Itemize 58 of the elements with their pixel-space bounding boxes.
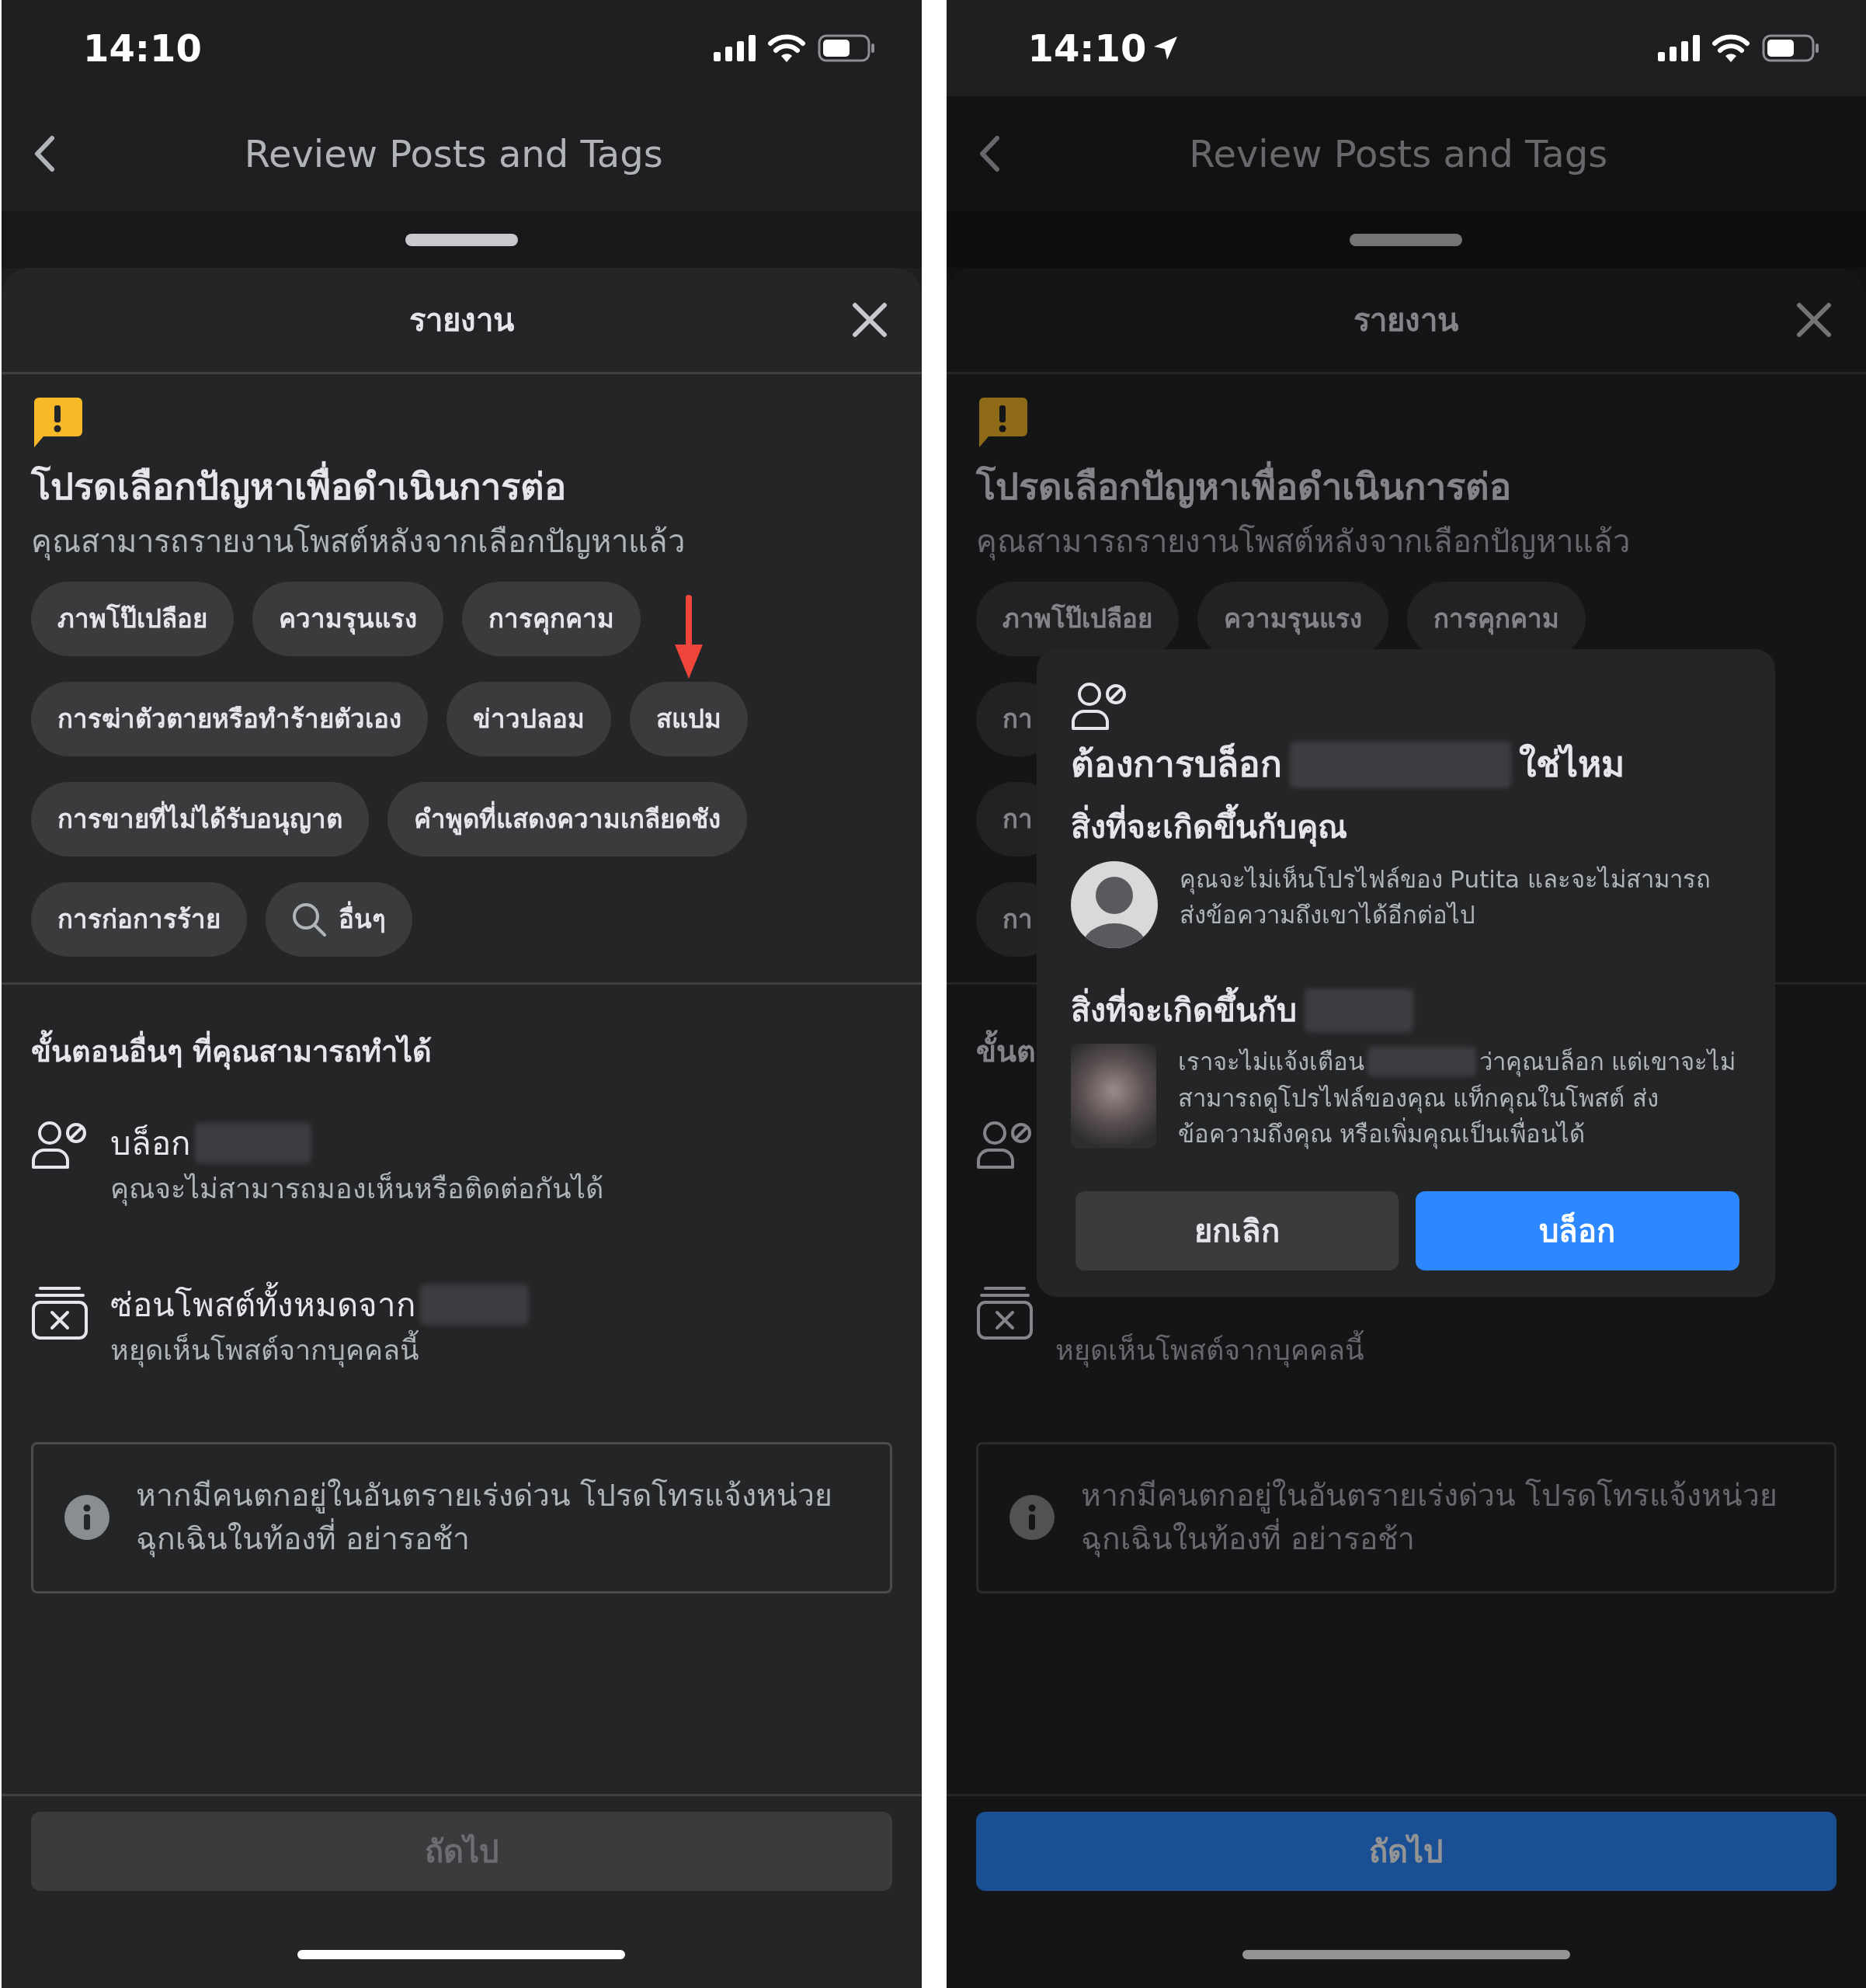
info-icon [1009, 1495, 1055, 1541]
cancel-button[interactable]: ยกเลิก [1075, 1190, 1399, 1270]
topic-chip[interactable]: ภาพโป๊เปลือย [31, 581, 234, 656]
drag-handle[interactable] [1350, 233, 1463, 246]
wifi-icon [1712, 34, 1750, 62]
topic-chip[interactable]: ความรุนแรง [252, 581, 443, 656]
topic-chip[interactable]: ภาพโป๊เปลือย [975, 581, 1179, 656]
close-button[interactable] [1796, 302, 1832, 338]
helper-text: คุณสามารถรายงานโพสต์หลังจากเลือกปัญหาแล้ว [31, 522, 686, 562]
section-heading: ขั้นต [975, 1029, 1036, 1074]
drag-handle[interactable] [405, 233, 518, 246]
topic-chip[interactable]: การฆ่าตัวตายหรือทำร้ายตัวเอง [31, 681, 428, 756]
sheet-title: รายงาน [1353, 301, 1459, 339]
section-heading: โปรดเลือกปัญหาเพื่อดำเนินการต่อ [31, 460, 892, 515]
status-time: 14:10 [1027, 26, 1147, 71]
consequence-text: ข้อความถึงคุณ หรือเพิ่มคุณเป็นเพื่อนได้ [1177, 1116, 1586, 1152]
topic-chip[interactable]: ข่าวปลอม [447, 681, 611, 756]
option-description: คุณจะไม่สามารถมองเห็นหรือติดต่อกันได้ [110, 1171, 603, 1208]
screen-title: Review Posts and Tags [1188, 131, 1609, 177]
close-button[interactable] [851, 302, 888, 338]
option-title[interactable]: ซ่อนโพสต์ทั้งหมดจาก [110, 1280, 415, 1329]
option-title[interactable]: บล็อก [110, 1118, 190, 1168]
close-icon [851, 302, 888, 338]
helper-text: คุณสามารถรายงานโพสต์หลังจากเลือกปัญหาแล้ว [975, 522, 1631, 562]
sheet-title: รายงาน [408, 301, 514, 339]
option-description: หยุดเห็นโพสต์จากบุคคลนี้ [1055, 1329, 1364, 1371]
wifi-icon [767, 34, 805, 62]
option-description: หยุดเห็นโพสต์จากบุคคลนี้ [110, 1329, 529, 1371]
dialog-title: ใช่ไหม [1518, 742, 1624, 787]
status-time: 14:10 [83, 26, 202, 71]
topic-chip[interactable]: อื่นๆ [266, 881, 412, 957]
consequence-text: ส่งข้อความถึงเขาได้อีกต่อไป [1179, 900, 1475, 930]
section-heading: ขั้นตอนอื่นๆ ที่คุณสามารถทำได้ [31, 1029, 433, 1074]
section-heading: โปรดเลือกปัญหาเพื่อดำเนินการต่อ [975, 460, 1836, 515]
back-button[interactable] [33, 135, 56, 172]
battery-icon [1762, 34, 1819, 62]
signal-icon [1658, 35, 1700, 61]
topic-chip[interactable]: สแปม [630, 681, 748, 756]
topic-chip[interactable]: การขายที่ไม่ได้รับอนุญาต [31, 781, 369, 857]
close-icon [1796, 302, 1832, 338]
screen-title: Review Posts and Tags [243, 131, 664, 177]
signal-icon [713, 35, 756, 61]
topic-chip[interactable]: การก่อการร้าย [31, 881, 247, 957]
emergency-notice: หากมีคนตกอยู่ในอันตรายเร่งด่วน โปรดโทรแจ้งหน่วยฉุกเฉินในท้องที่ อย่ารอช้า [136, 1476, 834, 1559]
emergency-notice: หากมีคนตกอยู่ในอันตรายเร่งด่วน โปรดโทรแจ้งหน่วยฉุกเฉินในท้องที่ อย่ารอช้า [1080, 1476, 1778, 1559]
dialog-title: ต้องการบล็อก [1070, 742, 1282, 787]
info-icon [64, 1495, 109, 1541]
consequence-heading: สิ่งที่จะเกิดขึ้นกับ [1070, 986, 1297, 1034]
topic-chip[interactable]: คำพูดที่แสดงความเกลียดชัง [387, 781, 747, 857]
back-chevron-icon [33, 135, 56, 172]
search-icon [292, 902, 326, 937]
consequence-text: ว่าคุณบล็อก แต่เขาจะไม่ [1479, 1047, 1736, 1079]
consequence-text: สามารถดูโปรไฟล์ของคุณ แท็กคุณในโพสต์ ส่ง [1177, 1083, 1659, 1115]
consequence-heading: สิ่งที่จะเกิดขึ้นกับคุณ [1070, 804, 1347, 852]
consequence-text: คุณจะไม่เห็นโปรไฟล์ของ Putita และจะไม่สามารถ [1179, 864, 1711, 896]
topic-chip[interactable]: การคุกคาม [462, 581, 641, 656]
battery-icon [817, 34, 875, 62]
consequence-text: เราจะไม่แจ้งเตือน [1177, 1047, 1364, 1077]
